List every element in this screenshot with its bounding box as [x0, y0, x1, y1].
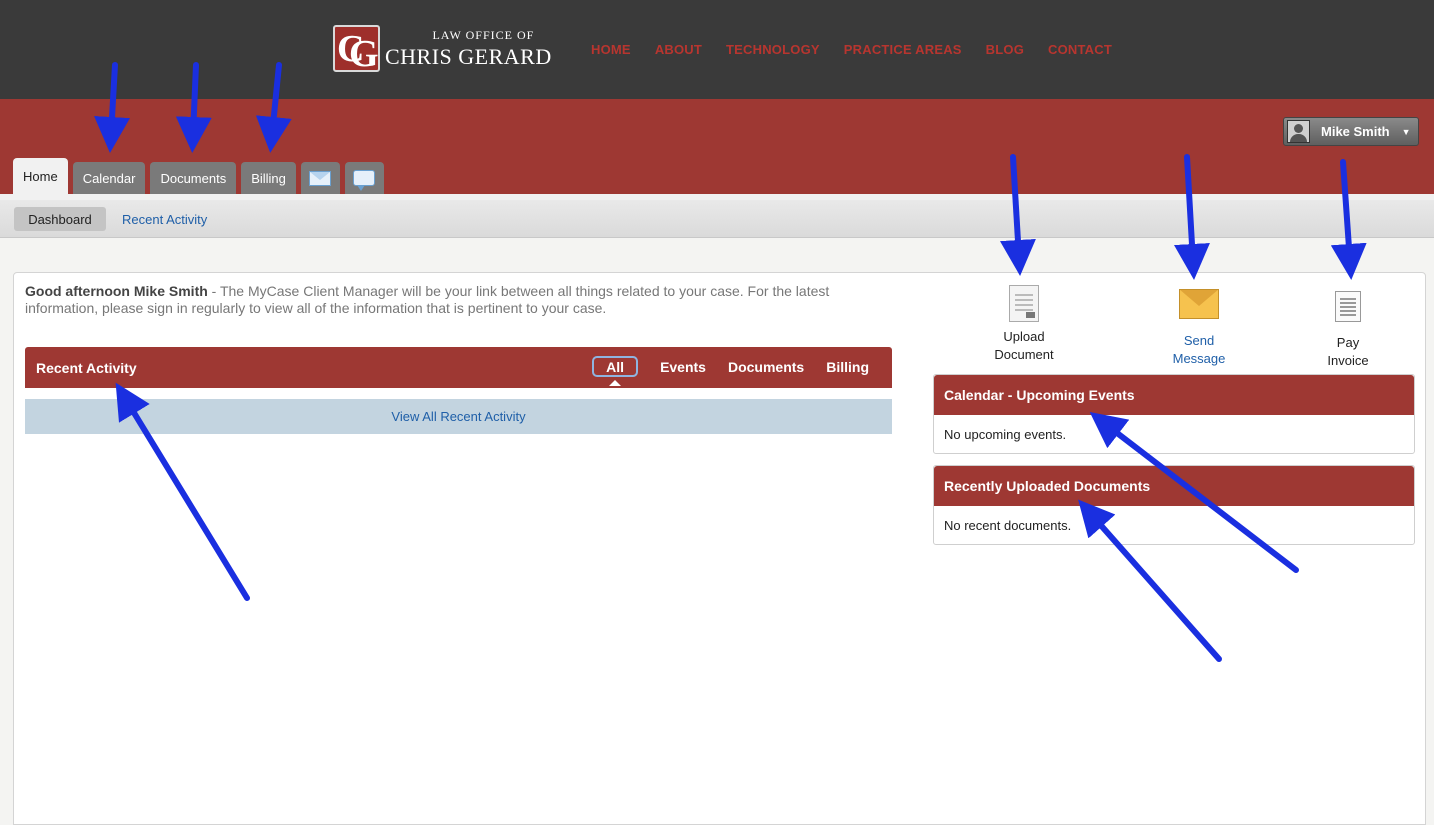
- tab-billing[interactable]: Billing: [241, 162, 296, 194]
- nav-technology[interactable]: TECHNOLOGY: [726, 42, 820, 57]
- send-label-1: Send: [1183, 333, 1215, 348]
- upload-label-1: Upload: [1003, 329, 1045, 344]
- greeting-name: Good afternoon Mike Smith: [25, 283, 208, 299]
- nav-blog[interactable]: BLOG: [986, 42, 1024, 57]
- calendar-widget-title: Calendar - Upcoming Events: [934, 375, 1414, 415]
- documents-widget-title: Recently Uploaded Documents: [934, 466, 1414, 506]
- filter-events[interactable]: Events: [660, 356, 706, 377]
- pay-invoice-button[interactable]: Pay Invoice: [1293, 285, 1403, 370]
- logo-small-text: LAW OFFICE OF: [432, 27, 535, 42]
- view-all-recent-activity-link[interactable]: View All Recent Activity: [25, 399, 892, 434]
- subnav-dashboard[interactable]: Dashboard: [14, 207, 106, 231]
- recent-activity-header: Recent Activity All Events Documents Bil…: [25, 347, 892, 388]
- caret-down-icon: ▼: [1401, 126, 1411, 137]
- tab-home[interactable]: Home: [13, 158, 68, 194]
- tab-calendar[interactable]: Calendar: [72, 162, 146, 194]
- send-message-button[interactable]: Send Message: [1144, 285, 1254, 368]
- calendar-widget: Calendar - Upcoming Events No upcoming e…: [933, 374, 1415, 454]
- nav-contact[interactable]: CONTACT: [1048, 42, 1112, 57]
- filter-all[interactable]: All: [592, 356, 639, 386]
- recent-activity-filters: All Events Documents Billing: [592, 356, 869, 386]
- tab-comments[interactable]: [344, 162, 384, 194]
- chat-bubble-icon: [353, 170, 376, 191]
- logo-text: LAW OFFICE OF CHRIS GERARD: [385, 28, 552, 70]
- document-icon: [1009, 285, 1039, 322]
- user-name: Mike Smith: [1321, 124, 1390, 139]
- site-nav: HOME ABOUT TECHNOLOGY PRACTICE AREAS BLO…: [591, 42, 1112, 57]
- logo-monogram: CG: [333, 25, 380, 73]
- nav-home[interactable]: HOME: [591, 42, 631, 57]
- filter-documents[interactable]: Documents: [728, 356, 804, 377]
- upload-label-2: Document: [994, 347, 1054, 362]
- documents-widget-empty: No recent documents.: [944, 517, 1072, 533]
- user-menu-button[interactable]: Mike Smith ▼: [1283, 117, 1419, 146]
- send-label-2: Message: [1172, 351, 1226, 366]
- pay-label-1: Pay: [1336, 335, 1360, 350]
- envelope-icon: [1179, 289, 1219, 319]
- filter-billing[interactable]: Billing: [826, 356, 869, 377]
- envelope-icon: [309, 170, 332, 186]
- tab-documents[interactable]: Documents: [150, 162, 237, 194]
- sub-nav: Dashboard Recent Activity: [0, 194, 1434, 238]
- pay-label-2: Invoice: [1327, 353, 1369, 368]
- upload-document-button[interactable]: Upload Document: [969, 285, 1079, 364]
- nav-about[interactable]: ABOUT: [655, 42, 702, 57]
- avatar-icon: [1287, 120, 1310, 143]
- site-header: CG LAW OFFICE OF CHRIS GERARD HOME ABOUT…: [0, 0, 1434, 99]
- greeting-text: Good afternoon Mike Smith - The MyCase C…: [25, 283, 885, 317]
- logo-big-text: CHRIS GERARD: [385, 43, 552, 69]
- invoice-icon: [1335, 291, 1361, 322]
- tab-messages[interactable]: [300, 162, 340, 194]
- recent-activity-title: Recent Activity: [36, 360, 137, 376]
- recent-activity-box: Recent Activity All Events Documents Bil…: [25, 347, 892, 434]
- main-tabs: Home Calendar Documents Billing: [13, 158, 384, 194]
- subnav-recent-activity[interactable]: Recent Activity: [122, 207, 207, 231]
- logo[interactable]: CG LAW OFFICE OF CHRIS GERARD: [333, 25, 552, 73]
- nav-practice-areas[interactable]: PRACTICE AREAS: [844, 42, 962, 57]
- calendar-widget-empty: No upcoming events.: [944, 426, 1067, 442]
- documents-widget: Recently Uploaded Documents No recent do…: [933, 465, 1415, 545]
